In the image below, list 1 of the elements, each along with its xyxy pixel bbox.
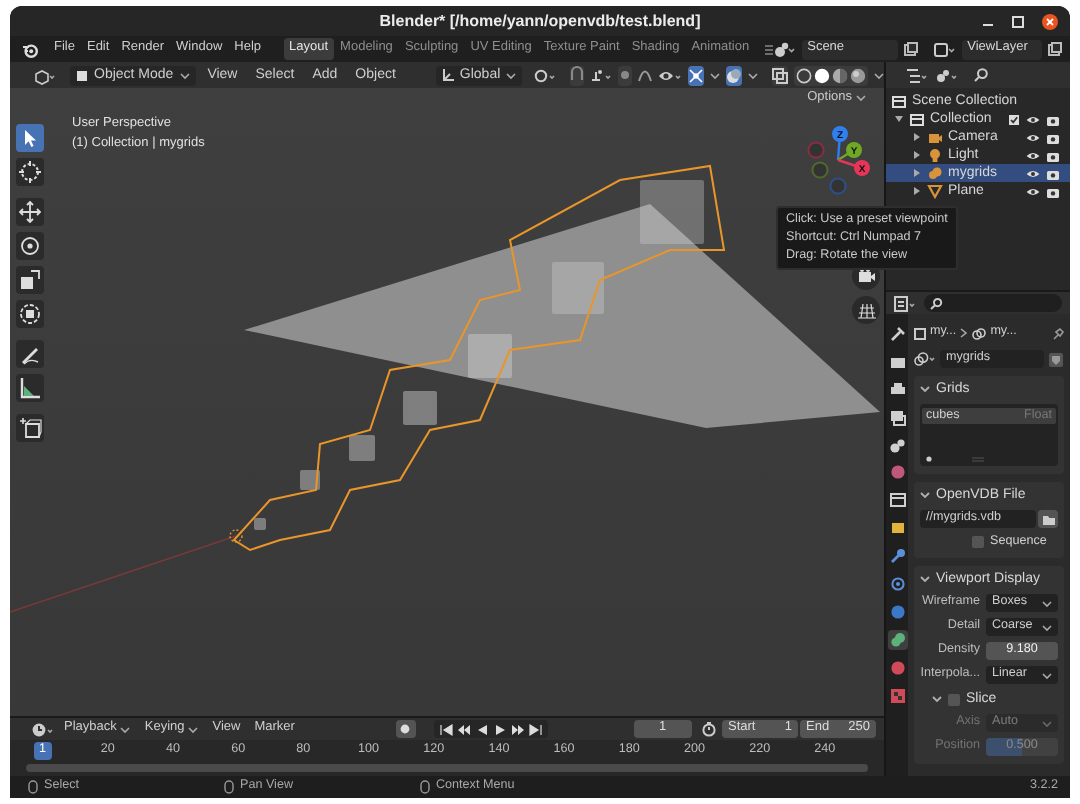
window-title: Blender* [/home/yann/openvdb/test.blend] <box>379 13 701 29</box>
